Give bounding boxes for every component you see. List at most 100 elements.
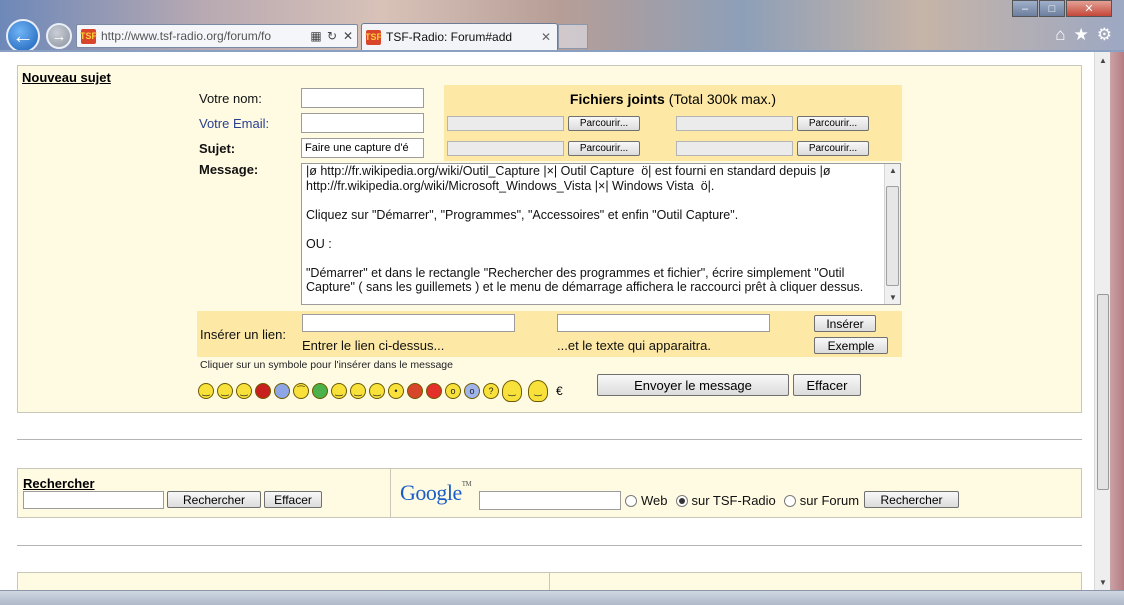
euro-symbol[interactable]: € (556, 384, 563, 398)
page-scrollbar[interactable]: ▲ ▼ (1094, 52, 1110, 590)
smiley-sick-icon[interactable] (312, 383, 328, 399)
attachments-box: Fichiers joints (Total 300k max.) Parcou… (444, 85, 902, 161)
address-url[interactable]: http://www.tsf-radio.org/forum/fo (101, 29, 309, 43)
smiley-devil-icon[interactable] (407, 383, 423, 399)
smiley-dancing-icon[interactable]: ‿ (502, 380, 522, 402)
smiley-shocked-icon[interactable]: o (464, 383, 480, 399)
compatibility-icon[interactable]: ▦ (309, 29, 323, 43)
symbol-hint: Cliquer sur un symbole pour l'insérer da… (200, 359, 453, 371)
smiley-grin-icon[interactable]: ‿ (217, 383, 233, 399)
browse-button-4[interactable]: Parcourir... (797, 141, 869, 156)
email-input[interactable] (301, 113, 424, 133)
attachments-title-bold: Fichiers joints (569, 91, 665, 107)
insert-link-box: Insérer un lien: Entrer le lien ci-dessu… (197, 311, 902, 357)
close-window-icon[interactable]: ✕ (1066, 0, 1112, 17)
attachments-title-limit: (Total 300k max.) (664, 91, 777, 107)
insert-link-button[interactable]: Insérer (814, 315, 876, 332)
name-label: Votre nom: (199, 91, 262, 106)
gear-icon[interactable]: ⚙ (1097, 26, 1112, 44)
radio-forum[interactable] (783, 494, 796, 507)
site-search-input[interactable] (23, 491, 164, 509)
tab-favicon-icon: TSF (365, 29, 382, 45)
new-topic-form: Nouveau sujet Votre nom: Votre Email: Su… (17, 65, 1082, 413)
link-text-input[interactable] (557, 314, 770, 332)
window-frame-right (1110, 52, 1124, 605)
clear-form-button[interactable]: Effacer (793, 374, 861, 396)
tab-close-icon[interactable]: ✕ (541, 30, 557, 44)
favorites-star-icon[interactable]: ★ (1074, 26, 1089, 44)
name-input[interactable] (301, 88, 424, 108)
attachment-file-3[interactable] (447, 141, 564, 156)
browse-button-1[interactable]: Parcourir... (568, 116, 640, 131)
search-scope-radios: Web sur TSF-Radio sur Forum (625, 493, 867, 508)
message-label: Message: (199, 162, 259, 177)
attachment-file-2[interactable] (676, 116, 793, 131)
smiley-tongue-icon[interactable]: ‿ (350, 383, 366, 399)
google-logo-text: Google (400, 480, 462, 505)
google-logo: GoogleTM (400, 480, 472, 506)
maximize-icon[interactable]: □ (1039, 0, 1065, 17)
address-bar[interactable]: TSF http://www.tsf-radio.org/forum/fo ▦ … (76, 24, 358, 48)
forward-arrow-icon[interactable]: → (46, 23, 72, 49)
search-divider (390, 469, 391, 517)
subject-input[interactable] (301, 138, 424, 158)
google-logo-tm: TM (461, 480, 472, 488)
google-search-input[interactable] (479, 491, 621, 510)
smiley-sad-icon[interactable]: ⁀ (293, 383, 309, 399)
search-title: Rechercher (23, 476, 95, 491)
smiley-smile-icon[interactable]: ‿ (369, 383, 385, 399)
form-title: Nouveau sujet (22, 70, 111, 85)
google-search-button[interactable]: Rechercher (864, 491, 959, 508)
scroll-up-icon[interactable]: ▲ (1095, 52, 1111, 68)
smiley-angry-icon[interactable] (255, 383, 271, 399)
attachment-file-1[interactable] (447, 116, 564, 131)
site-favicon-icon: TSF (80, 28, 97, 44)
message-textarea[interactable]: |ø http://fr.wikipedia.org/wiki/Outil_Ca… (301, 163, 901, 305)
separator-line (17, 439, 1082, 440)
radio-tsf-radio-label: sur TSF-Radio (691, 493, 776, 508)
message-scrollbar[interactable]: ▲ ▼ (884, 164, 900, 304)
new-tab-button[interactable] (558, 24, 588, 49)
send-message-button[interactable]: Envoyer le message (597, 374, 789, 396)
attachments-title: Fichiers joints (Total 300k max.) (444, 91, 902, 107)
smiley-surprised-icon[interactable]: o (445, 383, 461, 399)
minimize-icon[interactable]: – (1012, 0, 1038, 17)
radio-tsf-radio[interactable] (675, 494, 688, 507)
insert-link-label: Insérer un lien: (200, 327, 286, 342)
site-search-clear-button[interactable]: Effacer (264, 491, 322, 508)
separator-line-2 (17, 545, 1082, 546)
scroll-down-icon[interactable]: ▼ (1095, 574, 1111, 590)
smiley-happy-icon[interactable]: ‿ (198, 383, 214, 399)
smiley-cold-icon[interactable] (274, 383, 290, 399)
smiley-cool-icon[interactable]: • (388, 383, 404, 399)
browser-toolbar: ⌂ ★ ⚙ (1055, 26, 1112, 44)
link-url-hint: Entrer le lien ci-dessus... (302, 338, 445, 353)
message-scroll-down-icon[interactable]: ▼ (885, 293, 901, 302)
smiley-jumping-icon[interactable]: ‿ (528, 380, 548, 402)
email-label: Votre Email: (199, 116, 270, 131)
message-scroll-up-icon[interactable]: ▲ (885, 166, 901, 175)
smiley-laugh-icon[interactable]: ‿ (236, 383, 252, 399)
example-button[interactable]: Exemple (814, 337, 888, 354)
link-url-input[interactable] (302, 314, 515, 332)
subject-label: Sujet: (199, 141, 236, 156)
home-icon[interactable]: ⌂ (1055, 26, 1065, 44)
preferences-panel-partial (17, 572, 1082, 590)
stop-icon[interactable]: ✕ (341, 29, 355, 43)
message-scroll-thumb[interactable] (886, 186, 899, 286)
smiley-wink-icon[interactable]: ‿ (331, 383, 347, 399)
page-scroll-thumb[interactable] (1097, 294, 1109, 490)
site-search-button[interactable]: Rechercher (167, 491, 261, 508)
back-arrow-icon[interactable]: ← (6, 19, 40, 53)
attachment-file-4[interactable] (676, 141, 793, 156)
tab-title: TSF-Radio: Forum#add (386, 30, 513, 44)
window-controls: – □ ✕ (1011, 0, 1112, 17)
smiley-mad-icon[interactable] (426, 383, 442, 399)
smiley-confused-icon[interactable]: ? (483, 383, 499, 399)
refresh-icon[interactable]: ↻ (325, 29, 339, 43)
browse-button-3[interactable]: Parcourir... (568, 141, 640, 156)
browse-button-2[interactable]: Parcourir... (797, 116, 869, 131)
tab-forum[interactable]: TSF TSF-Radio: Forum#add ✕ (361, 23, 558, 50)
smiley-bar: ‿ ‿ ‿ ⁀ ‿ ‿ ‿ • o o ? ‿ ‿ € (198, 376, 563, 406)
radio-web[interactable] (625, 494, 637, 507)
